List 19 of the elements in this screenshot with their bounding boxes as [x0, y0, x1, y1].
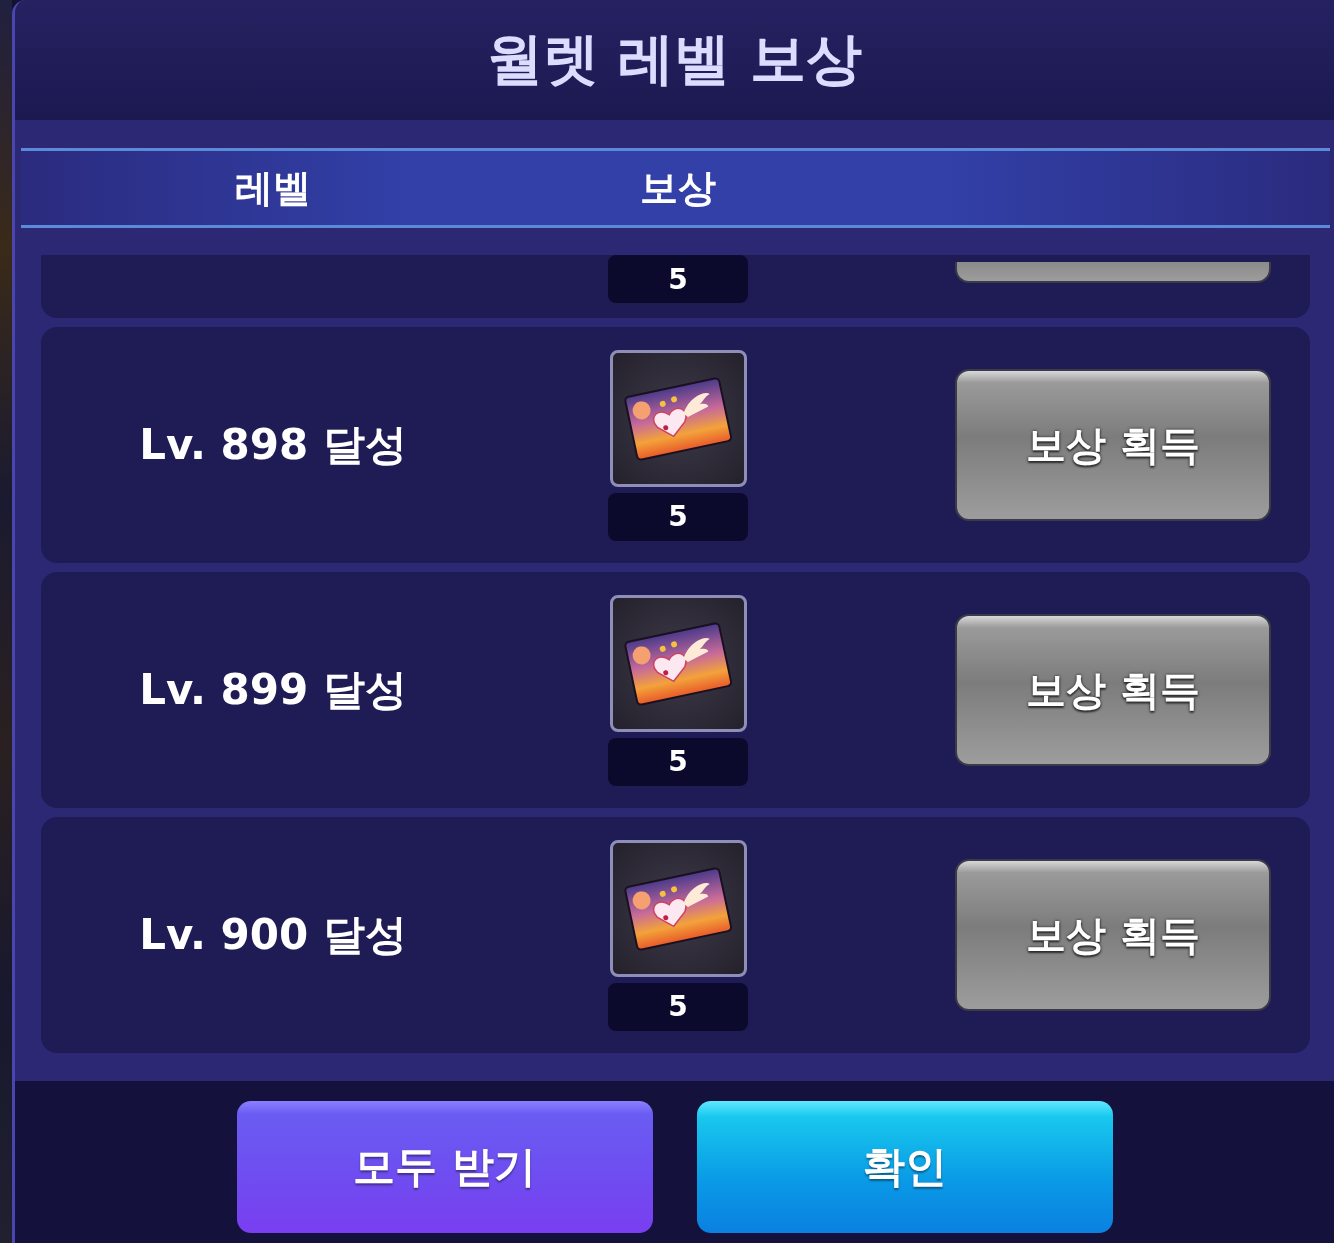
level-label: Lv. 899 달성: [139, 664, 407, 716]
claim-button[interactable]: 보상 획득: [955, 369, 1271, 521]
item-slot[interactable]: [609, 839, 747, 977]
item-slot[interactable]: [609, 349, 747, 487]
claim-button[interactable]: 보상 획득: [955, 859, 1271, 1011]
column-header: 보상: [640, 164, 716, 212]
column-header: 레벨: [235, 164, 311, 212]
claim-button[interactable]: [955, 262, 1271, 283]
dialog-title: 월렛 레벨 보상: [15, 0, 1334, 120]
item-count: 5: [608, 255, 748, 303]
item-count: 5: [608, 737, 748, 786]
level-label: Lv. 898 달성: [139, 419, 407, 471]
item-count: 5: [608, 492, 748, 541]
item-slot[interactable]: [609, 594, 747, 732]
item-count: 5: [608, 982, 748, 1031]
level-label: Lv. 900 달성: [139, 909, 407, 961]
claim-button[interactable]: 보상 획득: [955, 614, 1271, 766]
confirm-button[interactable]: 확인: [696, 1101, 1113, 1233]
claim-all-button[interactable]: 모두 받기: [236, 1101, 653, 1233]
